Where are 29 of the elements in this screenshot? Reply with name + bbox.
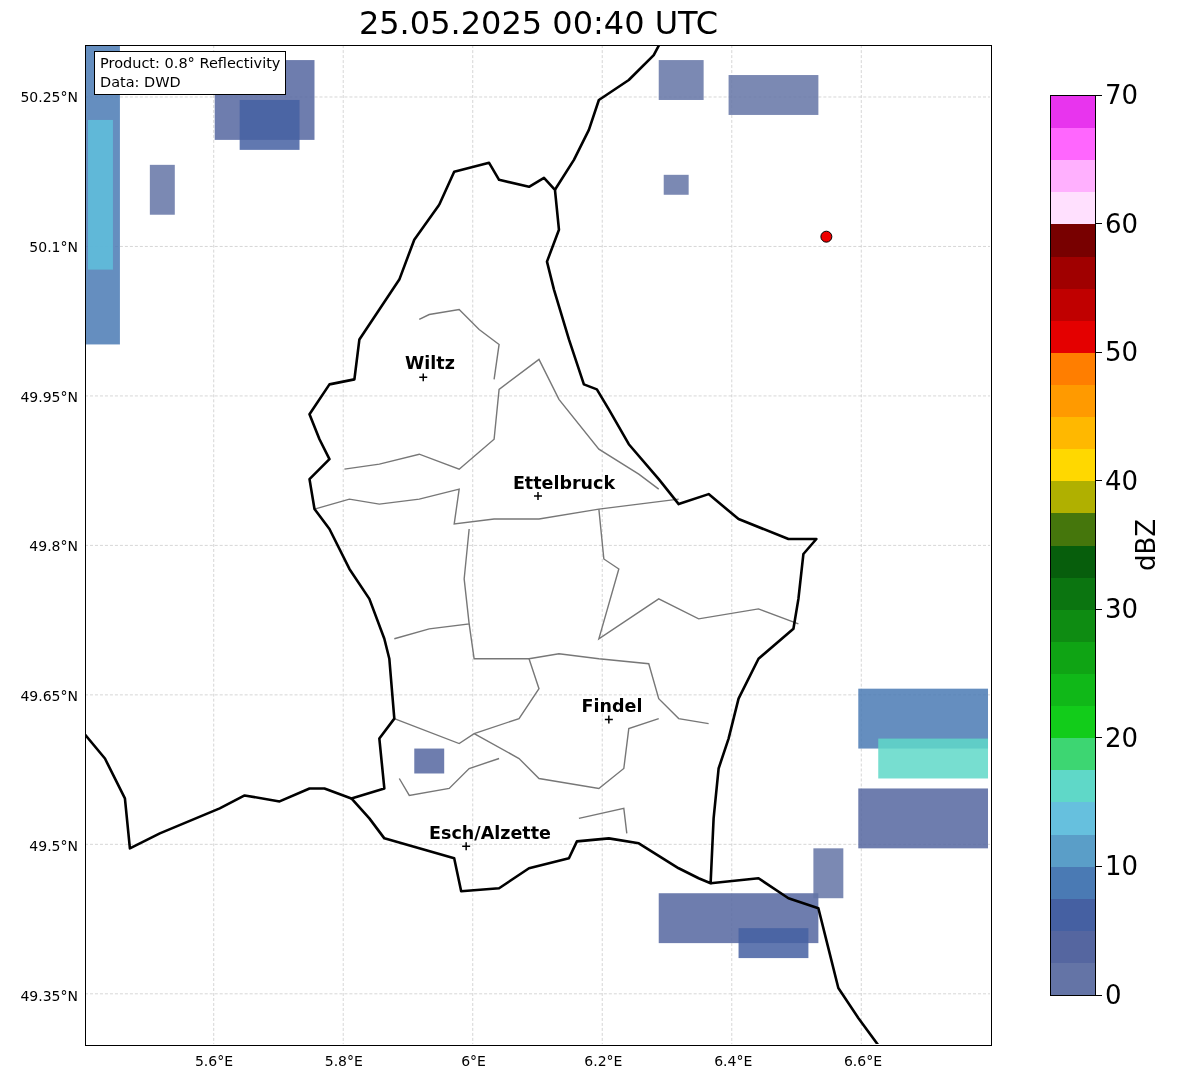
latitude-label: 49.5°N <box>29 838 78 854</box>
colorbar-tick-label: 0 <box>1096 980 1122 1010</box>
info-text: Product: 0.8° Reflectivity <box>100 54 281 73</box>
latitude-label: 50.25°N <box>20 89 78 105</box>
latitude-label: 49.8°N <box>29 538 78 555</box>
latitude-label: 49.95°N <box>20 388 78 405</box>
latitude-label: 49.65°N <box>20 688 78 705</box>
colorbar-label: dBZ <box>1131 518 1161 572</box>
colorbar-tick-label: 40 <box>1096 465 1139 496</box>
info-text: Data: DWD <box>100 73 182 92</box>
colorbar-tick-label: 20 <box>1096 722 1139 753</box>
colorbar-tick-label: 50 <box>1096 337 1139 368</box>
map-title: 25.05.2025 00:40 UTC <box>358 6 719 39</box>
colorbar-tick-label: 10 <box>1096 851 1139 882</box>
longitude-label: 5.6°E <box>194 1053 234 1069</box>
latitude-label: 50.1°N <box>29 238 78 255</box>
city-label: Ettelbruck <box>512 473 616 493</box>
latitude-label: 49.35°N <box>20 987 78 1004</box>
longitude-label: 5.8°E <box>324 1053 363 1069</box>
longitude-label: 6.4°E <box>714 1053 753 1069</box>
colorbar-tick-label: 60 <box>1096 208 1139 239</box>
longitude-label: 6.6°E <box>843 1053 883 1069</box>
city-label: Findel <box>581 696 643 716</box>
longitude-label: 6°E <box>461 1053 486 1069</box>
city-label: Wiltz <box>405 353 455 373</box>
colorbar-tick-label: 30 <box>1096 594 1139 625</box>
colorbar-tick-label: 70 <box>1096 80 1139 110</box>
longitude-label: 6.2°E <box>584 1053 623 1069</box>
city-label: Esch/Alzette <box>429 823 551 843</box>
